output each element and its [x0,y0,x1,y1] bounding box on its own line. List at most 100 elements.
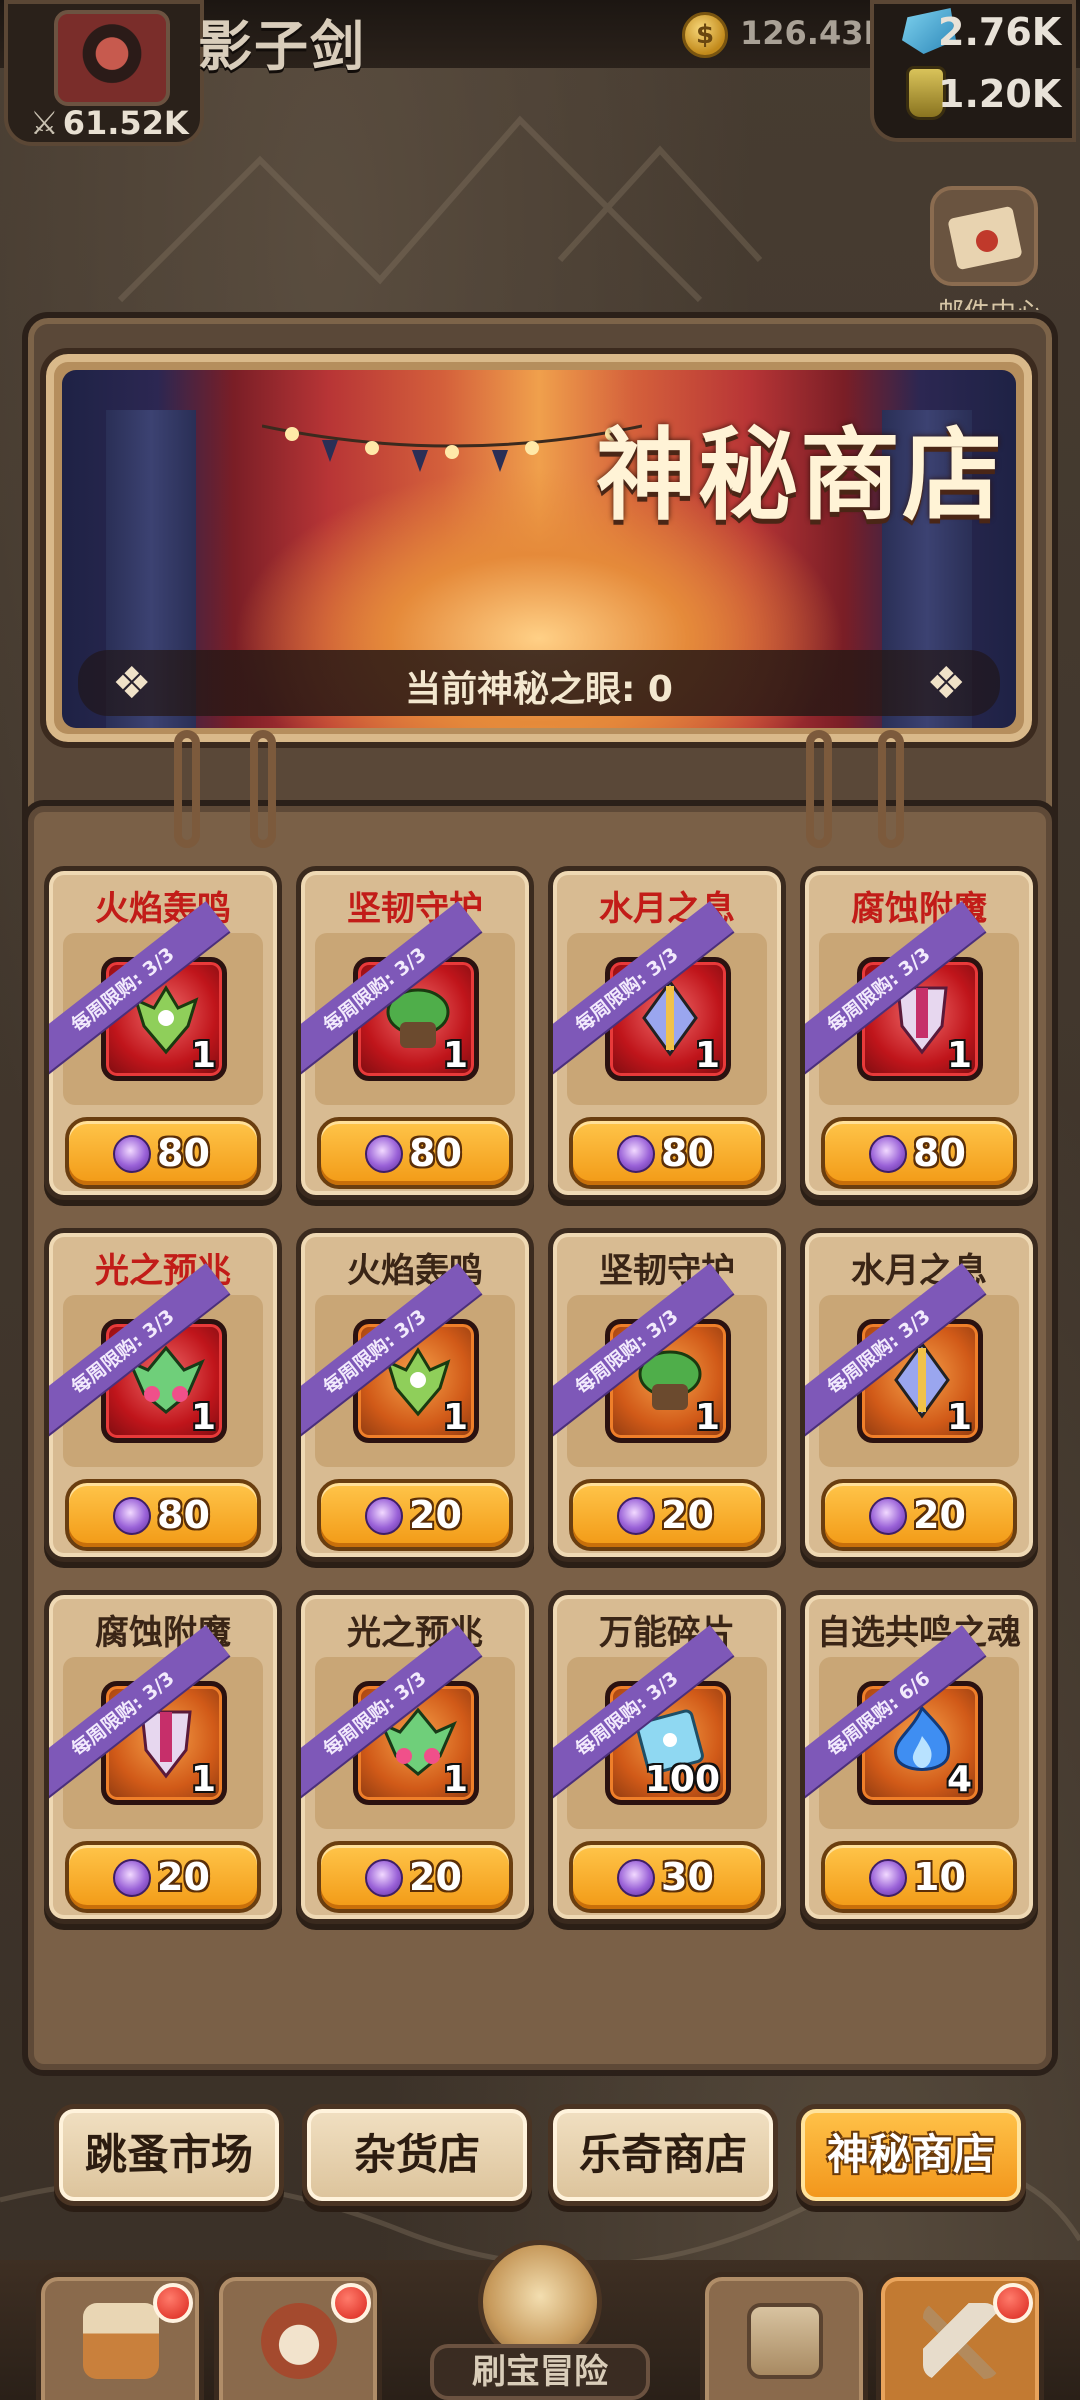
adventure-label: 刷宝冒险 [430,2344,650,2400]
nav-hero-button[interactable] [214,2272,382,2400]
notification-dot [331,2283,371,2323]
mystic-eye-currency-icon [617,1135,655,1173]
item-count: 1 [946,1035,972,1076]
buy-button[interactable]: 80 [65,1479,261,1551]
power-display: ⚔ 61.52K [30,104,189,142]
buy-button[interactable]: 80 [821,1117,1017,1189]
buy-button[interactable]: 20 [821,1479,1017,1551]
backpack-icon [747,2303,823,2379]
rope-right-1 [806,730,832,848]
mail-label: 邮件中心 [938,292,1042,310]
treasure-adventure-button[interactable]: 刷宝冒险 [390,2240,690,2400]
item-card[interactable]: 水月之息 1 每周限购: 3/3 80 [548,866,786,1200]
buy-button[interactable]: 20 [65,1841,261,1913]
item-name: 坚韧守护 [347,889,483,929]
price-value: 30 [661,1855,714,1899]
item-card[interactable]: 坚韧守护 1 每周限购: 3/3 80 [296,866,534,1200]
price-value: 80 [157,1493,210,1537]
item-count: 1 [190,1035,216,1076]
crossed-swords-icon: ⚔ [30,104,59,142]
price-value: 80 [661,1131,714,1175]
item-card[interactable]: 坚韧守护 1 每周限购: 3/3 20 [548,1228,786,1562]
mystic-eye-currency-icon [113,1497,151,1535]
item-name: 自选共鸣之魂 [817,1613,1021,1653]
string-lights-icon [262,424,642,472]
wax-seal-icon [976,230,998,252]
rope-left-2 [250,730,276,848]
item-name: 光之预兆 [347,1613,483,1653]
mystic-eye-count: 当前神秘之眼: 0 [405,669,673,710]
nav-forge-button[interactable] [876,2272,1044,2400]
power-value: 61.52K [62,104,189,142]
item-name: 光之预兆 [95,1251,231,1291]
mystic-eye-currency-icon [113,1859,151,1897]
mail-button[interactable] [930,186,1038,286]
item-card[interactable]: 光之预兆 1 每周限购: 3/3 20 [296,1590,534,1924]
hero-portrait-icon [261,2303,337,2379]
mystic-eye-currency-icon [869,1859,907,1897]
gem-value: 2.76K [938,10,1062,54]
item-name: 水月之息 [851,1251,987,1291]
buy-button[interactable]: 80 [317,1117,513,1189]
item-card[interactable]: 水月之息 1 每周限购: 3/3 20 [800,1228,1038,1562]
forge-hammer-icon [923,2303,999,2379]
item-count: 1 [442,1397,468,1438]
notification-dot [153,2283,193,2323]
buy-button[interactable]: 20 [317,1841,513,1913]
item-count: 100 [644,1759,720,1800]
item-count: 1 [190,1397,216,1438]
item-name: 万能碎片 [599,1613,735,1653]
price-value: 20 [913,1493,966,1537]
buy-button[interactable]: 20 [569,1479,765,1551]
avatar[interactable] [54,10,170,106]
gold-coin-icon: $ [682,12,728,58]
item-name: 火焰轰鸣 [347,1251,483,1291]
price-value: 80 [409,1131,462,1175]
nav-backpack-button[interactable] [700,2272,868,2400]
nav-shop-button[interactable] [36,2272,204,2400]
item-card[interactable]: 腐蚀附魔 1 每周限购: 3/3 80 [800,866,1038,1200]
buy-button[interactable]: 10 [821,1841,1017,1913]
mystic-eye-currency-icon [869,1497,907,1535]
notification-dot [993,2283,1033,2323]
price-value: 80 [157,1131,210,1175]
item-card[interactable]: 火焰轰鸣 1 每周限购: 3/3 80 [44,866,282,1200]
price-value: 20 [157,1855,210,1899]
tab-flea-market[interactable]: 跳蚤市场 [54,2104,284,2206]
potion-value: 1.20K [938,72,1062,116]
mystic-eye-currency-icon [617,1497,655,1535]
tab-grocery-store[interactable]: 杂货店 [302,2104,532,2206]
item-name: 腐蚀附魔 [95,1613,231,1653]
item-card[interactable]: 腐蚀附魔 1 每周限购: 3/3 20 [44,1590,282,1924]
rope-right-2 [878,730,904,848]
item-count: 4 [946,1759,972,1800]
tab-leqi-shop[interactable]: 乐奇商店 [548,2104,778,2206]
price-value: 80 [913,1131,966,1175]
buy-button[interactable]: 80 [65,1117,261,1189]
item-name: 火焰轰鸣 [95,889,231,929]
item-count: 1 [694,1397,720,1438]
buy-button[interactable]: 20 [317,1479,513,1551]
price-value: 20 [661,1493,714,1537]
item-card[interactable]: 光之预兆 1 每周限购: 3/3 80 [44,1228,282,1562]
mystic-eye-currency-icon [869,1135,907,1173]
mystic-eye-currency-icon [365,1135,403,1173]
price-value: 10 [913,1855,966,1899]
item-card[interactable]: 火焰轰鸣 1 每周限购: 3/3 20 [296,1228,534,1562]
shop-stall-icon [83,2303,159,2379]
price-value: 20 [409,1493,462,1537]
shop-banner: 神秘商店 ❖ ❖ 当前神秘之眼: 0 [62,370,1016,728]
tab-mystery-shop[interactable]: 神秘商店 [796,2104,1026,2206]
mystic-eye-currency-icon [365,1497,403,1535]
mystic-eye-currency-icon [113,1135,151,1173]
item-count: 1 [442,1759,468,1800]
item-count: 1 [442,1035,468,1076]
buy-button[interactable]: 30 [569,1841,765,1913]
price-value: 20 [409,1855,462,1899]
item-card[interactable]: 万能碎片 100 每周限购: 3/3 30 [548,1590,786,1924]
item-card[interactable]: 自选共鸣之魂 4 每周限购: 6/6 10 [800,1590,1038,1924]
top-hud: ⚔ 61.52K 影子剑 $ 126.43K 2.76K 1.20K [0,0,1080,150]
buy-button[interactable]: 80 [569,1117,765,1189]
item-name: 坚韧守护 [599,1251,735,1291]
coin-value: 126.43K [740,14,889,52]
